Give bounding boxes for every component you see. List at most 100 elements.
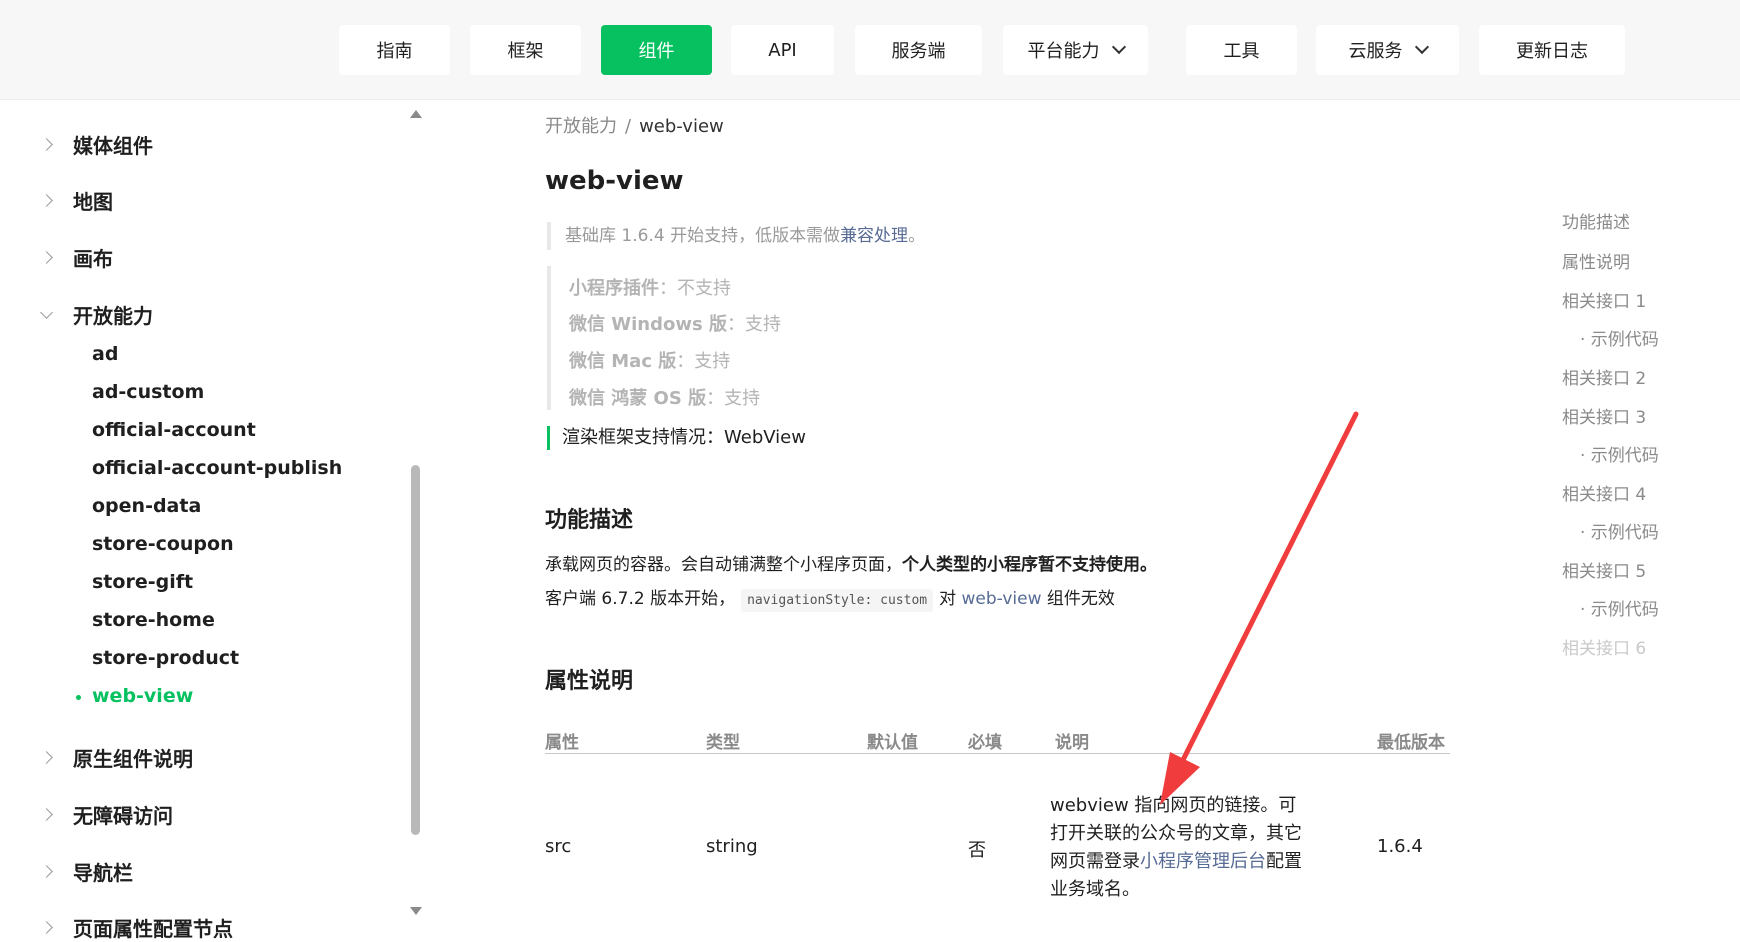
chevron-right-icon <box>40 808 53 821</box>
sidebar-group-label: 导航栏 <box>73 861 133 885</box>
sidebar-group-a11y[interactable]: 无障碍访问 <box>40 800 173 829</box>
feature-text: 对 <box>939 589 957 609</box>
toc-item-api-4[interactable]: 相关接口 4 <box>1562 480 1646 505</box>
nav-components-label: 组件 <box>638 41 675 62</box>
toc-item-feature[interactable]: 功能描述 <box>1562 208 1630 233</box>
sidebar-item-official-account[interactable]: official-account <box>92 419 256 441</box>
toc-sub-example[interactable]: · 示例代码 <box>1580 441 1659 466</box>
platform-support: 小程序插件：不支持 微信 Windows 版：支持 微信 Mac 版：支持 微信… <box>547 266 947 410</box>
sidebar-group-label: 无障碍访问 <box>73 804 173 828</box>
sidebar-item-web-view[interactable]: web-view <box>76 685 193 707</box>
feature-text: 客户端 6.7.2 版本开始， <box>545 589 736 609</box>
sidebar-group-map[interactable]: 地图 <box>40 186 113 215</box>
nav-tools-label: 工具 <box>1223 41 1260 62</box>
nav-api-label: API <box>768 39 797 61</box>
sidebar-group-label: 原生组件说明 <box>73 747 193 771</box>
sidebar-group-label: 开放能力 <box>73 304 153 328</box>
sidebar-item-official-account-publish[interactable]: official-account-publish <box>92 457 342 479</box>
section-title-feature: 功能描述 <box>545 508 634 533</box>
sidebar-group-label: 画布 <box>73 247 113 271</box>
platform-value: ：支持 <box>706 388 761 409</box>
breadcrumb: 开放能力 / web-view <box>545 112 724 138</box>
feature-text: 组件无效 <box>1046 589 1115 609</box>
nav-tools[interactable]: 工具 <box>1186 25 1297 75</box>
chevron-down-icon <box>1414 39 1429 55</box>
sidebar-item-store-gift[interactable]: store-gift <box>92 571 193 593</box>
platform-row: 微信 Mac 版：支持 <box>569 347 730 373</box>
nav-platform-label: 平台能力 <box>1027 41 1100 62</box>
feature-text: 承载网页的容器。会自动铺满整个小程序页面， <box>545 555 902 575</box>
platform-value: ：不支持 <box>659 278 731 299</box>
platform-row: 微信 Windows 版：支持 <box>569 310 781 336</box>
chevron-right-icon <box>40 865 53 878</box>
breadcrumb-separator: / <box>625 116 632 137</box>
toc-item-api-3[interactable]: 相关接口 3 <box>1562 403 1646 428</box>
platform-name: 微信 鸿蒙 OS 版 <box>569 388 707 409</box>
nav-api[interactable]: API <box>731 25 834 75</box>
sidebar-group-page-config[interactable]: 页面属性配置节点 <box>40 913 233 942</box>
platform-name: 小程序插件 <box>569 278 659 299</box>
sidebar-group-native[interactable]: 原生组件说明 <box>40 743 193 772</box>
sidebar-group-navbar[interactable]: 导航栏 <box>40 857 133 886</box>
props-table-header: 属性 类型 默认值 必填 说明 最低版本 <box>545 728 1450 754</box>
admin-console-link[interactable]: 小程序管理后台 <box>1140 851 1266 872</box>
sidebar: 媒体组件 地图 画布 开放能力 ad ad-custom official-ac… <box>0 100 425 941</box>
cell-desc: webview 指向网页的链接。可打开关联的公众号的文章，其它网页需登录小程序管… <box>1050 792 1305 904</box>
sidebar-group-label: 页面属性配置节点 <box>73 917 233 941</box>
chevron-right-icon <box>40 194 53 207</box>
nav-changelog[interactable]: 更新日志 <box>1479 25 1625 75</box>
th-version: 最低版本 <box>1377 733 1445 753</box>
nav-server[interactable]: 服务端 <box>855 25 982 75</box>
toc-item-api-2[interactable]: 相关接口 2 <box>1562 364 1646 389</box>
th-attr: 属性 <box>545 733 579 753</box>
scroll-down-icon[interactable] <box>410 907 422 915</box>
sidebar-group-media[interactable]: 媒体组件 <box>40 130 153 159</box>
scroll-up-icon[interactable] <box>410 110 422 118</box>
toc-item-api-6[interactable]: 相关接口 6 <box>1562 634 1646 659</box>
chevron-right-icon <box>40 138 53 151</box>
web-view-link[interactable]: web-view <box>962 589 1042 609</box>
nav-components[interactable]: 组件 <box>601 25 712 75</box>
scroll-thumb[interactable] <box>411 465 420 835</box>
toc-item-api-5[interactable]: 相关接口 5 <box>1562 557 1646 582</box>
sidebar-item-ad[interactable]: ad <box>92 343 118 365</box>
nav-cloud[interactable]: 云服务 <box>1316 25 1459 75</box>
breadcrumb-parent[interactable]: 开放能力 <box>545 116 617 137</box>
toc-sub-example[interactable]: · 示例代码 <box>1580 518 1659 543</box>
nav-framework[interactable]: 框架 <box>470 25 581 75</box>
chevron-right-icon <box>40 921 53 934</box>
toc-sub-example[interactable]: · 示例代码 <box>1580 595 1659 620</box>
sidebar-scrollbar[interactable] <box>408 110 422 915</box>
toc-item-props[interactable]: 属性说明 <box>1562 248 1630 273</box>
main-content: 开放能力 / web-view web-view 基础库 1.6.4 开始支持，低版… <box>425 100 1545 925</box>
sidebar-item-store-product[interactable]: store-product <box>92 647 239 669</box>
chevron-down-icon <box>40 305 53 319</box>
sidebar-group-canvas[interactable]: 画布 <box>40 243 113 272</box>
sidebar-item-store-home[interactable]: store-home <box>92 609 215 631</box>
nav-guide-label: 指南 <box>376 41 413 62</box>
sidebar-item-store-coupon[interactable]: store-coupon <box>92 533 234 555</box>
support-note-text: 基础库 1.6.4 开始支持，低版本需做 <box>565 226 841 246</box>
toc-sub-example[interactable]: · 示例代码 <box>1580 325 1659 350</box>
platform-value: ：支持 <box>676 351 731 372</box>
compat-link[interactable]: 兼容处理 <box>840 226 908 246</box>
page-title: web-view <box>545 166 684 196</box>
nav-guide[interactable]: 指南 <box>339 25 450 75</box>
section-title-props: 属性说明 <box>545 669 634 694</box>
nav-server-label: 服务端 <box>891 41 946 62</box>
sidebar-group-label: 媒体组件 <box>73 134 153 158</box>
top-nav: 指南 框架 组件 API 服务端 平台能力 工具 云服务 更新日志 <box>0 0 1740 100</box>
nav-platform[interactable]: 平台能力 <box>1003 25 1148 75</box>
feature-bold-text: 个人类型的小程序暂不支持使用。 <box>902 555 1157 575</box>
chevron-down-icon <box>1111 39 1126 55</box>
support-note: 基础库 1.6.4 开始支持，低版本需做兼容处理。 <box>547 222 925 250</box>
th-required: 必填 <box>968 733 1002 753</box>
inline-code: navigationStyle: custom <box>741 589 934 612</box>
sidebar-item-open-data[interactable]: open-data <box>92 495 201 517</box>
sidebar-group-open[interactable]: 开放能力 <box>40 300 153 329</box>
feature-line-1: 承载网页的容器。会自动铺满整个小程序页面，个人类型的小程序暂不支持使用。 <box>545 550 1157 575</box>
cell-required: 否 <box>968 840 986 861</box>
sidebar-item-ad-custom[interactable]: ad-custom <box>92 381 204 403</box>
render-note: 渲染框架支持情况：WebView <box>547 426 806 450</box>
toc-item-api-1[interactable]: 相关接口 1 <box>1562 287 1646 312</box>
